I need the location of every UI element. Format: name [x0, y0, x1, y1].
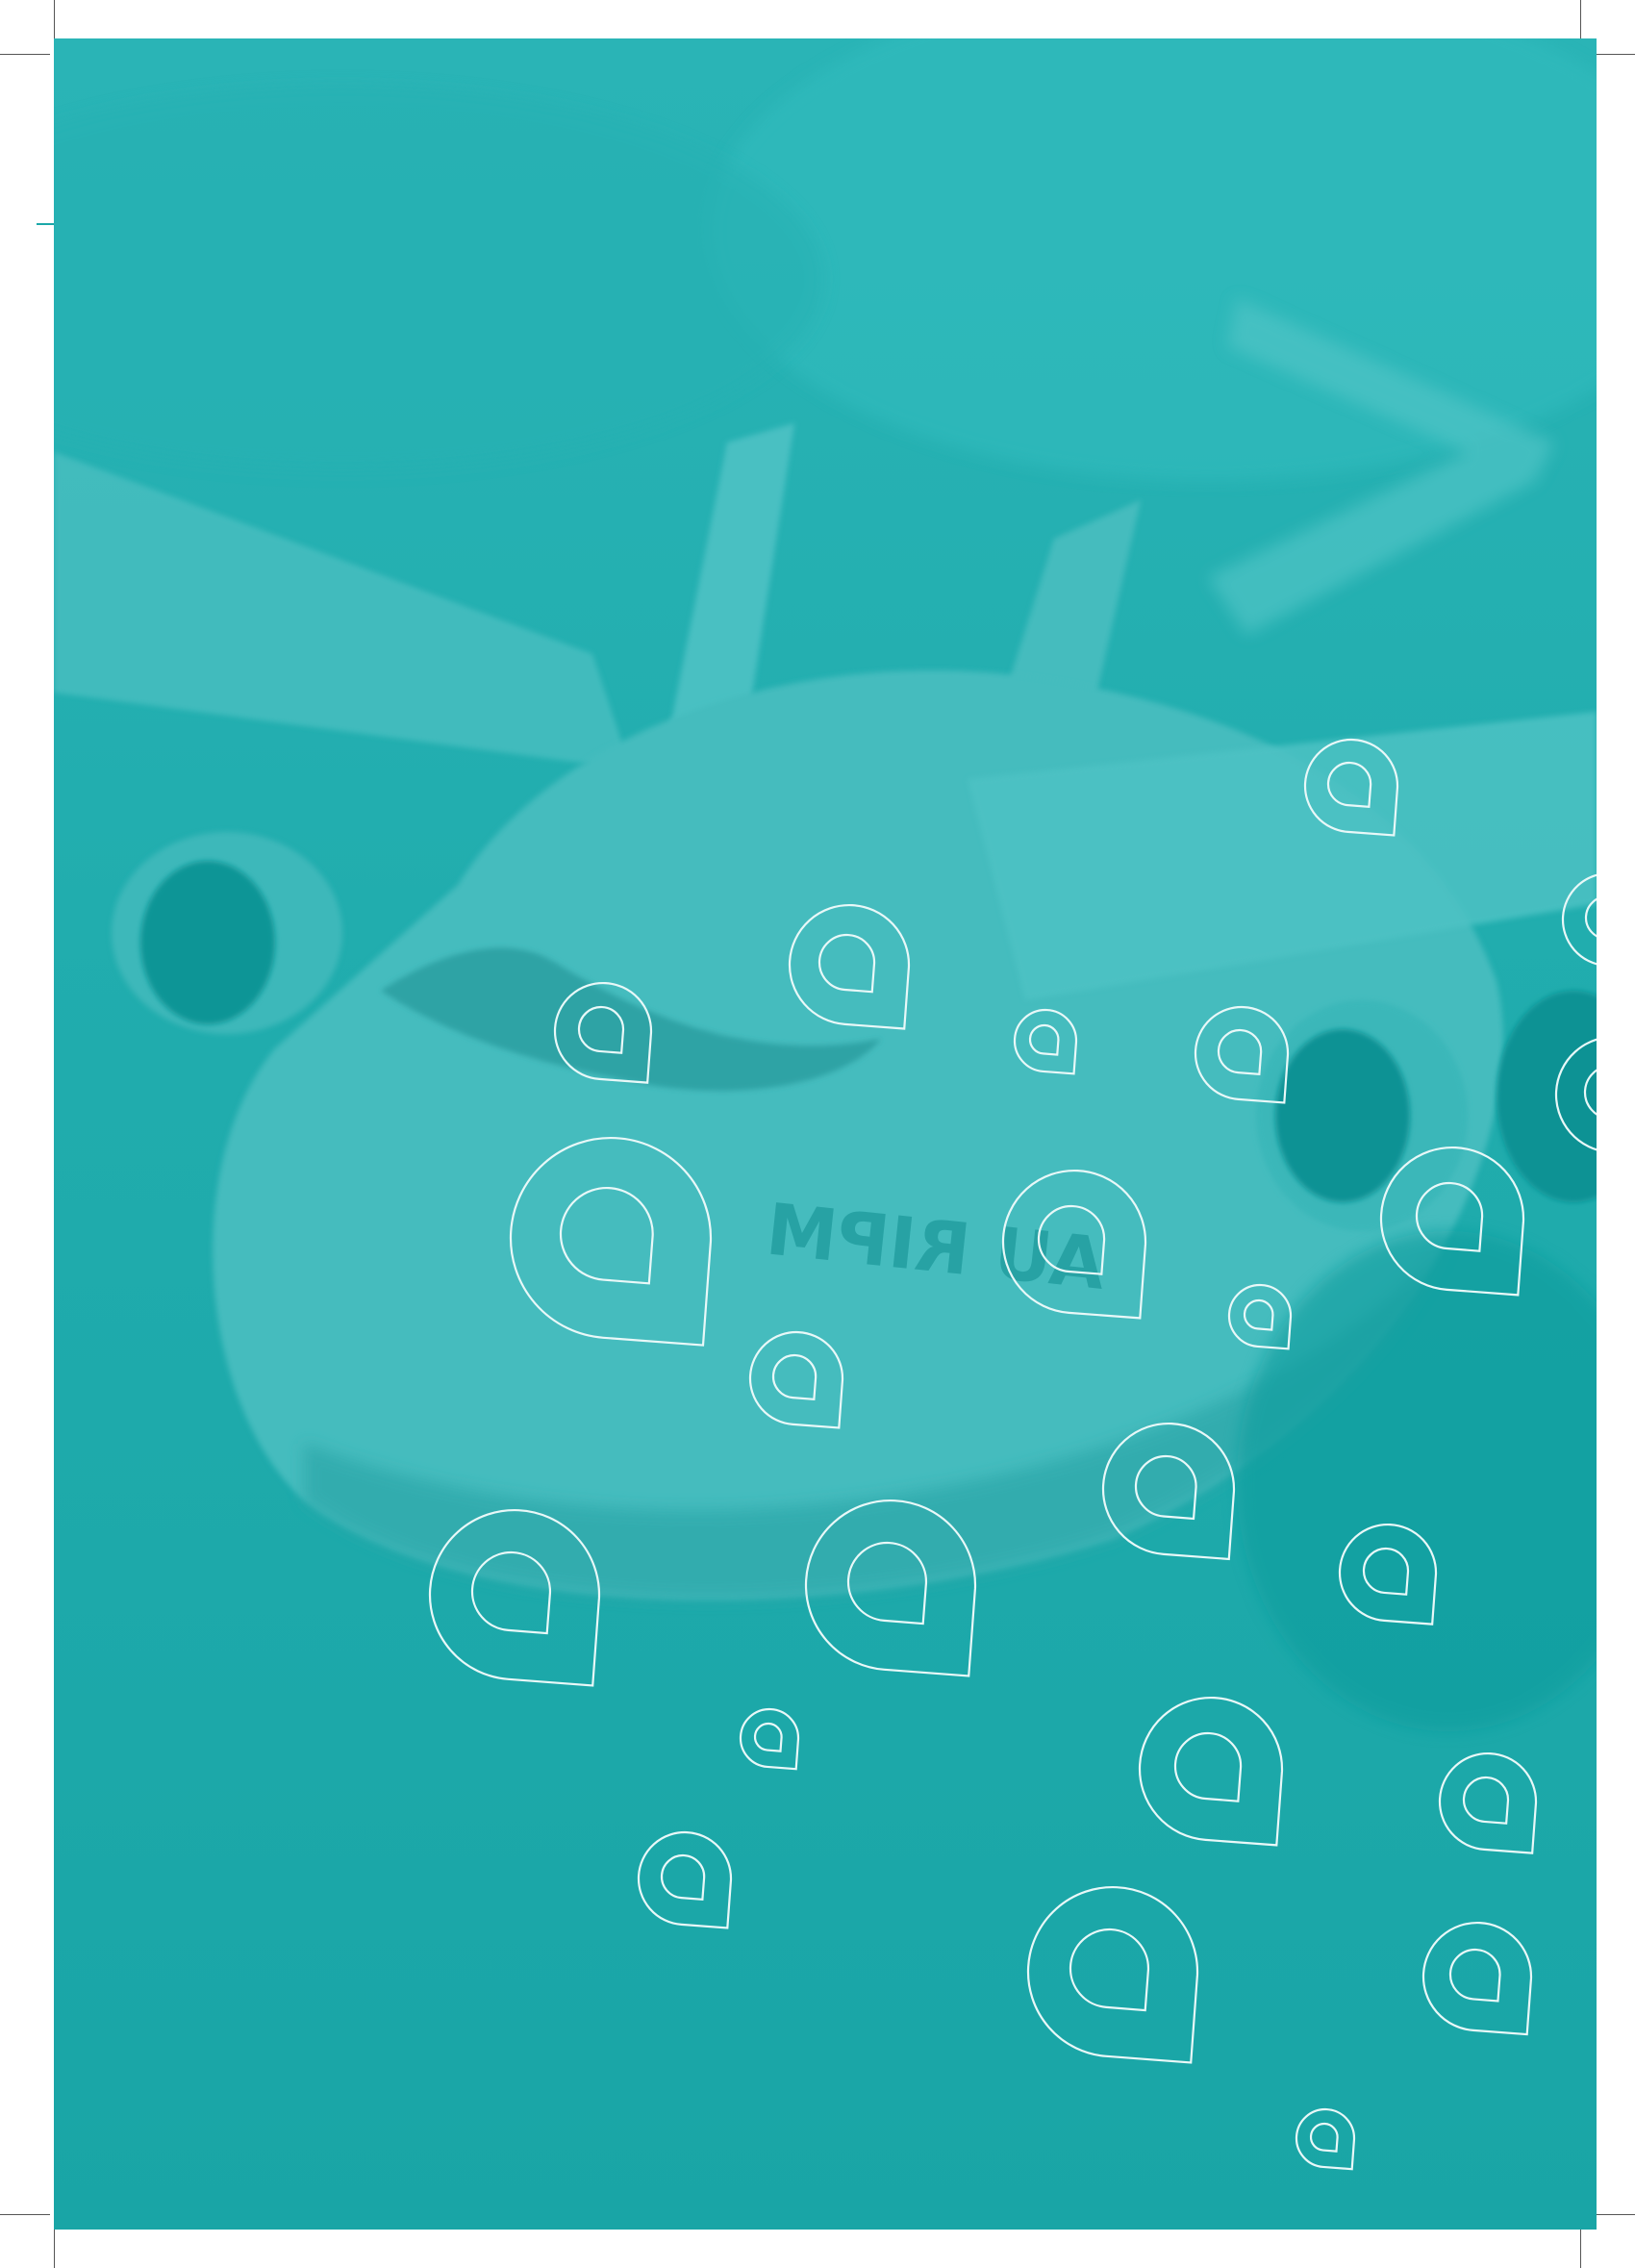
- map-pin-icon: [1379, 1146, 1525, 1297]
- map-pin-icon: [1438, 1751, 1538, 1854]
- map-pin-icon: [804, 1499, 977, 1677]
- map-pin-icon: [1013, 1008, 1078, 1075]
- map-pin-icon: [553, 981, 653, 1084]
- map-pin-icon: [428, 1508, 601, 1687]
- map-pin-icon: [1554, 1035, 1597, 1158]
- map-pin-icon: [1421, 1922, 1533, 2036]
- map-pin-icon: [1026, 1885, 1199, 2064]
- crop-mark-top-left: [0, 54, 50, 55]
- crop-mark-bottom-left: [0, 2214, 50, 2215]
- map-pin-icon: [739, 1707, 800, 1771]
- map-pin-icon: [1561, 871, 1597, 970]
- map-pin-icon: [1138, 1696, 1284, 1847]
- map-pin-pattern: [428, 738, 1597, 2171]
- map-pin-icon: [1295, 2107, 1356, 2171]
- map-pin-icon: [1001, 1169, 1147, 1320]
- map-pin-icon: [637, 1830, 733, 1929]
- cover-panel: AU RIPM: [54, 38, 1597, 2230]
- map-pin-icon: [1101, 1422, 1236, 1561]
- map-pin-icon: [509, 1136, 713, 1347]
- map-pin-icon: [1303, 738, 1399, 837]
- map-pin-icon: [748, 1330, 844, 1429]
- map-pin-icon: [1227, 1283, 1293, 1350]
- map-pin-icon: [788, 904, 911, 1030]
- map-pin-icon: [1194, 1005, 1290, 1104]
- map-pin-icon: [1338, 1523, 1438, 1625]
- guide-tick: [37, 223, 56, 225]
